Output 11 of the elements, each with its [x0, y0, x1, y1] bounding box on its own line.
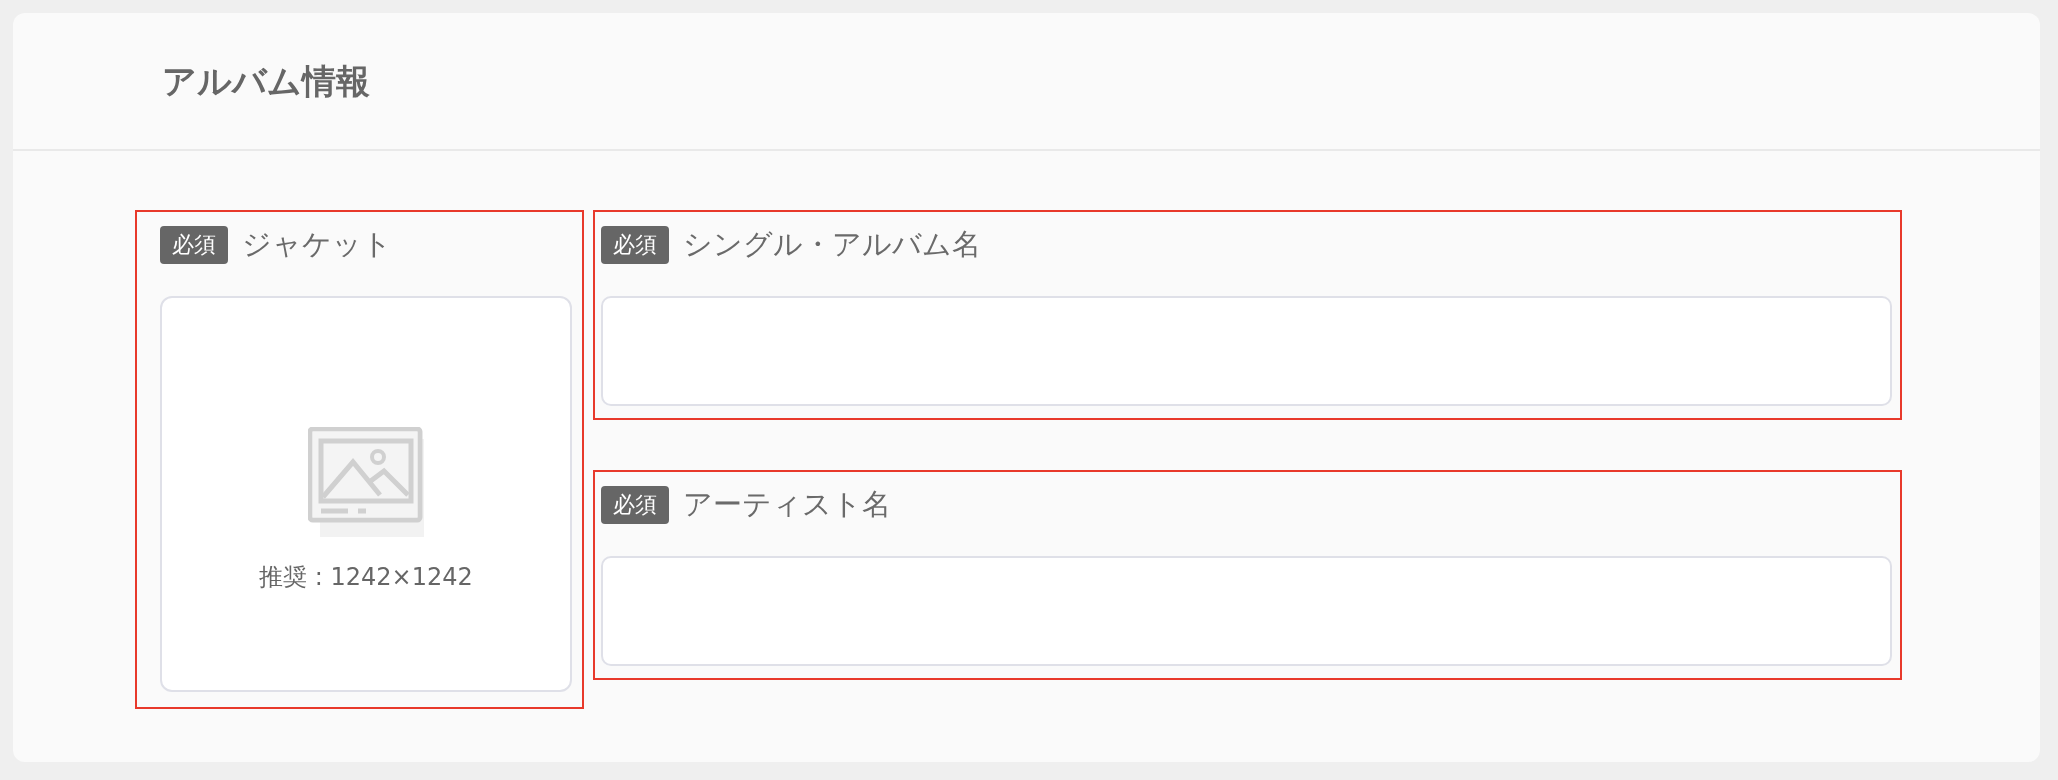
required-badge: 必須 — [160, 226, 228, 264]
text-input[interactable] — [601, 556, 1892, 666]
required-badge: 必須 — [601, 486, 669, 524]
required-badge: 必須 — [601, 226, 669, 264]
field-label: アーティスト名 — [683, 486, 891, 524]
image-upload-area[interactable]: 推奨 : 1242×1242 — [160, 296, 572, 692]
text-input[interactable] — [601, 296, 1892, 406]
section-title: アルバム情報 — [162, 59, 370, 103]
image-placeholder-icon — [308, 427, 424, 537]
field-label: ジャケット — [242, 226, 392, 264]
field-label: シングル・アルバム名 — [683, 226, 981, 264]
